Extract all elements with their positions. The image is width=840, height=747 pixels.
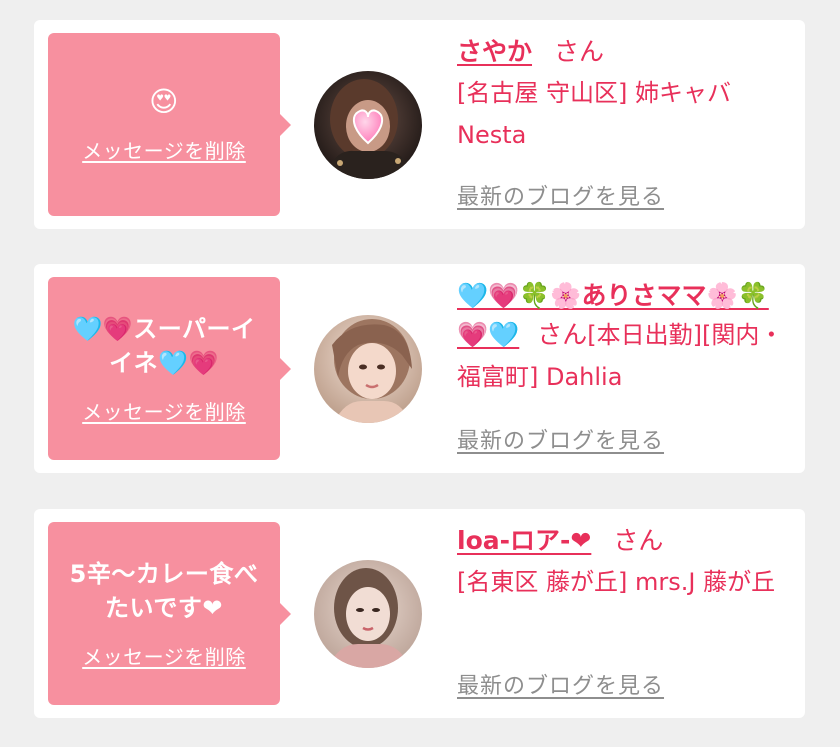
message-card: 😍 メッセージを削除 さやか さん [名古屋 守山区] 姉キャバ Nesta 最… (34, 20, 805, 229)
message-bubble: 5辛〜カレー食べたいです❤ メッセージを削除 (48, 522, 291, 705)
message-bubble: 😍 メッセージを削除 (48, 33, 291, 216)
message-card: 5辛〜カレー食べたいです❤ メッセージを削除 loa-ロア-❤ さん [名東区 藤… (34, 509, 805, 718)
delete-message-link[interactable]: メッセージを削除 (82, 135, 246, 164)
message-text: 5辛〜カレー食べたいです❤ (69, 560, 259, 622)
honorific: さん (613, 526, 664, 555)
profile-photo-icon (314, 71, 422, 179)
delete-message-link[interactable]: メッセージを削除 (82, 641, 246, 670)
honorific: さん (554, 37, 605, 66)
message-text: 😍 (149, 85, 179, 118)
message-text: 🩵💗スーパーイイネ🩵💗 (72, 315, 256, 377)
profile-info: loa-ロア-❤ さん [名東区 藤が丘] mrs.J 藤が丘 (457, 523, 792, 603)
shop-info: [名東区 藤が丘] mrs.J 藤が丘 (457, 568, 776, 596)
honorific: さん (537, 320, 588, 349)
profile-name-link[interactable]: さやか (457, 37, 532, 66)
profile-info: 🩵💗🍀🌸ありさママ🌸🍀💗🩵 さん[本日出勤][関内・福富町] Dahlia (457, 278, 792, 398)
delete-message-link[interactable]: メッセージを削除 (82, 396, 246, 425)
profile-photo-icon (314, 315, 422, 423)
latest-blog-link[interactable]: 最新のブログを見る (457, 668, 664, 700)
profile-info: さやか さん [名古屋 守山区] 姉キャバ Nesta (457, 34, 792, 156)
avatar[interactable] (314, 315, 422, 423)
message-card: 🩵💗スーパーイイネ🩵💗 メッセージを削除 🩵💗🍀🌸ありさママ🌸🍀💗🩵 さん[本日出… (34, 264, 805, 473)
avatar[interactable] (314, 560, 422, 668)
latest-blog-link[interactable]: 最新のブログを見る (457, 423, 664, 455)
message-bubble: 🩵💗スーパーイイネ🩵💗 メッセージを削除 (48, 277, 291, 460)
shop-info: [名古屋 守山区] 姉キャバ Nesta (457, 79, 731, 149)
latest-blog-link[interactable]: 最新のブログを見る (457, 179, 664, 211)
avatar[interactable] (314, 71, 422, 179)
profile-name-link[interactable]: loa-ロア-❤ (457, 526, 591, 555)
profile-photo-icon (314, 560, 422, 668)
